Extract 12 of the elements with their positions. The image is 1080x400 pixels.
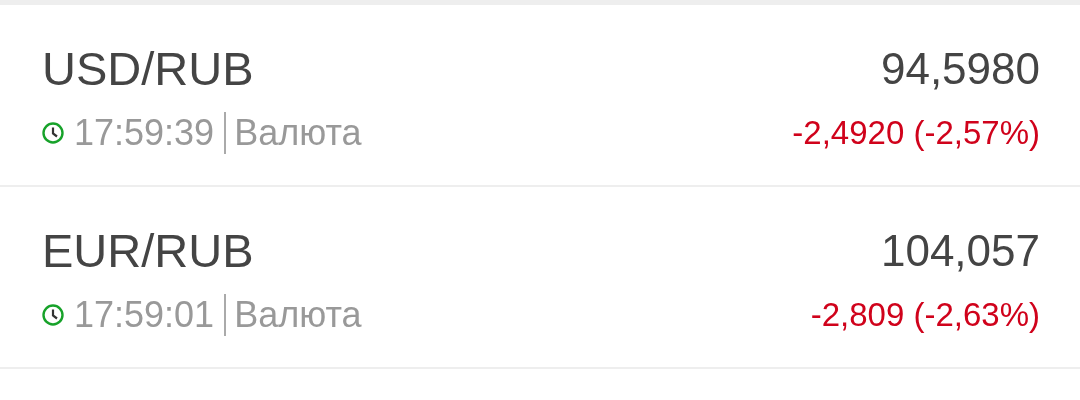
asset-type: Валюта xyxy=(234,293,362,337)
price: 94,5980 xyxy=(880,43,1040,95)
price-change: -2,4920 (-2,57%) xyxy=(792,113,1040,153)
currency-pair: EUR/RUB xyxy=(42,223,254,279)
price-change: -2,809 (-2,63%) xyxy=(810,295,1040,335)
price: 104,057 xyxy=(880,225,1040,277)
clock-icon xyxy=(42,304,64,326)
update-time: 17:59:01 xyxy=(74,293,215,337)
currency-pair: USD/RUB xyxy=(42,41,254,97)
asset-type: Валюта xyxy=(234,111,362,155)
update-time: 17:59:39 xyxy=(74,111,215,155)
clock-icon xyxy=(42,122,64,144)
